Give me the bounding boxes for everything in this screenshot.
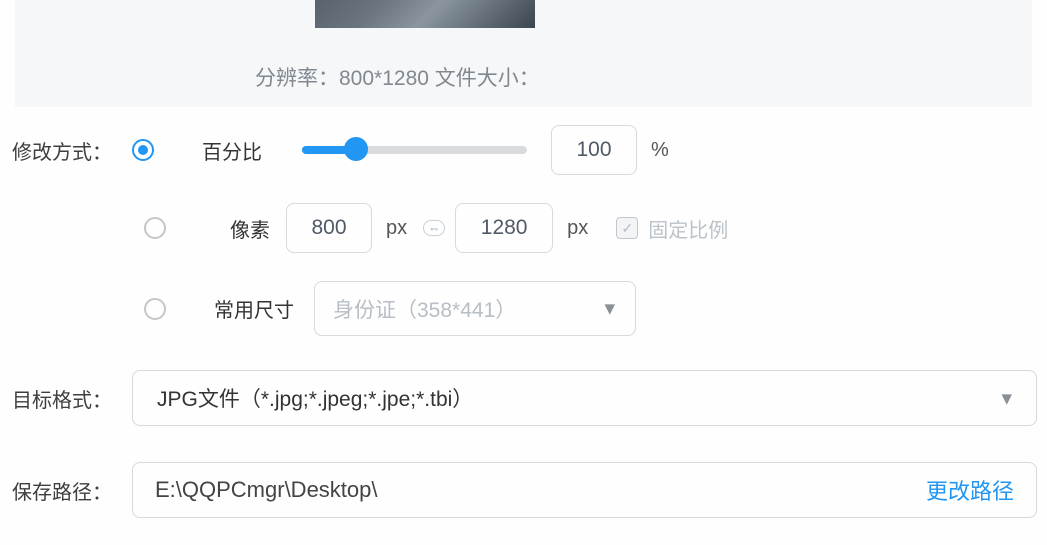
chevron-down-icon: ▾ xyxy=(604,296,615,321)
resize-pixel-row: 像素 800 px ⇔ 1280 px ✓ 固定比例 xyxy=(12,203,1037,253)
pixel-label: 像素 xyxy=(214,214,286,243)
format-row: 目标格式： JPG文件（*.jpg;*.jpeg;*.jpe;*.tbi） ▾ xyxy=(12,370,1037,426)
format-value: JPG文件（*.jpg;*.jpeg;*.jpe;*.tbi） xyxy=(157,383,473,413)
path-label: 保存路径： xyxy=(12,476,132,505)
format-label: 目标格式： xyxy=(12,384,132,413)
percent-input[interactable]: 100 xyxy=(551,125,637,175)
resize-percent-row: 修改方式： 百分比 100 % xyxy=(12,125,1037,175)
change-path-link[interactable]: 更改路径 xyxy=(926,474,1014,506)
path-input[interactable]: E:\QQPCmgr\Desktop\ 更改路径 xyxy=(132,462,1037,518)
width-input[interactable]: 800 xyxy=(286,203,372,253)
width-unit: px xyxy=(386,217,407,240)
preset-select[interactable]: 身份证（358*441） ▾ xyxy=(314,281,636,336)
image-thumbnail xyxy=(315,0,535,28)
preset-label: 常用尺寸 xyxy=(214,294,314,323)
link-icon[interactable]: ⇔ xyxy=(423,220,445,236)
lock-ratio-label: 固定比例 xyxy=(648,214,728,243)
height-unit: px xyxy=(567,217,588,240)
image-info: 分辨率：800*1280 文件大小： xyxy=(255,62,540,92)
filesize-label: 文件大小： xyxy=(429,67,540,90)
resolution-label: 分辨率： xyxy=(255,67,339,90)
settings-form: 修改方式： 百分比 100 % 像素 800 px ⇔ 1280 px ✓ 固定… xyxy=(0,107,1047,518)
lock-ratio-checkbox[interactable]: ✓ xyxy=(616,217,638,239)
radio-pixel[interactable] xyxy=(144,217,166,239)
percent-slider[interactable] xyxy=(302,146,527,154)
resolution-value: 800*1280 xyxy=(339,67,429,90)
path-row: 保存路径： E:\QQPCmgr\Desktop\ 更改路径 xyxy=(12,462,1037,518)
percent-label: 百分比 xyxy=(202,136,302,165)
path-value: E:\QQPCmgr\Desktop\ xyxy=(155,477,378,503)
radio-percent[interactable] xyxy=(132,139,154,161)
slider-thumb[interactable] xyxy=(344,137,368,161)
radio-preset[interactable] xyxy=(144,298,166,320)
format-select[interactable]: JPG文件（*.jpg;*.jpeg;*.jpe;*.tbi） ▾ xyxy=(132,370,1037,426)
preview-panel: 分辨率：800*1280 文件大小： xyxy=(15,0,1032,107)
preset-placeholder: 身份证（358*441） xyxy=(333,294,516,324)
chevron-down-icon: ▾ xyxy=(1001,386,1012,411)
height-input[interactable]: 1280 xyxy=(455,203,553,253)
percent-unit: % xyxy=(651,139,669,162)
resize-preset-row: 常用尺寸 身份证（358*441） ▾ xyxy=(12,281,1037,336)
resize-mode-label: 修改方式： xyxy=(12,136,132,165)
